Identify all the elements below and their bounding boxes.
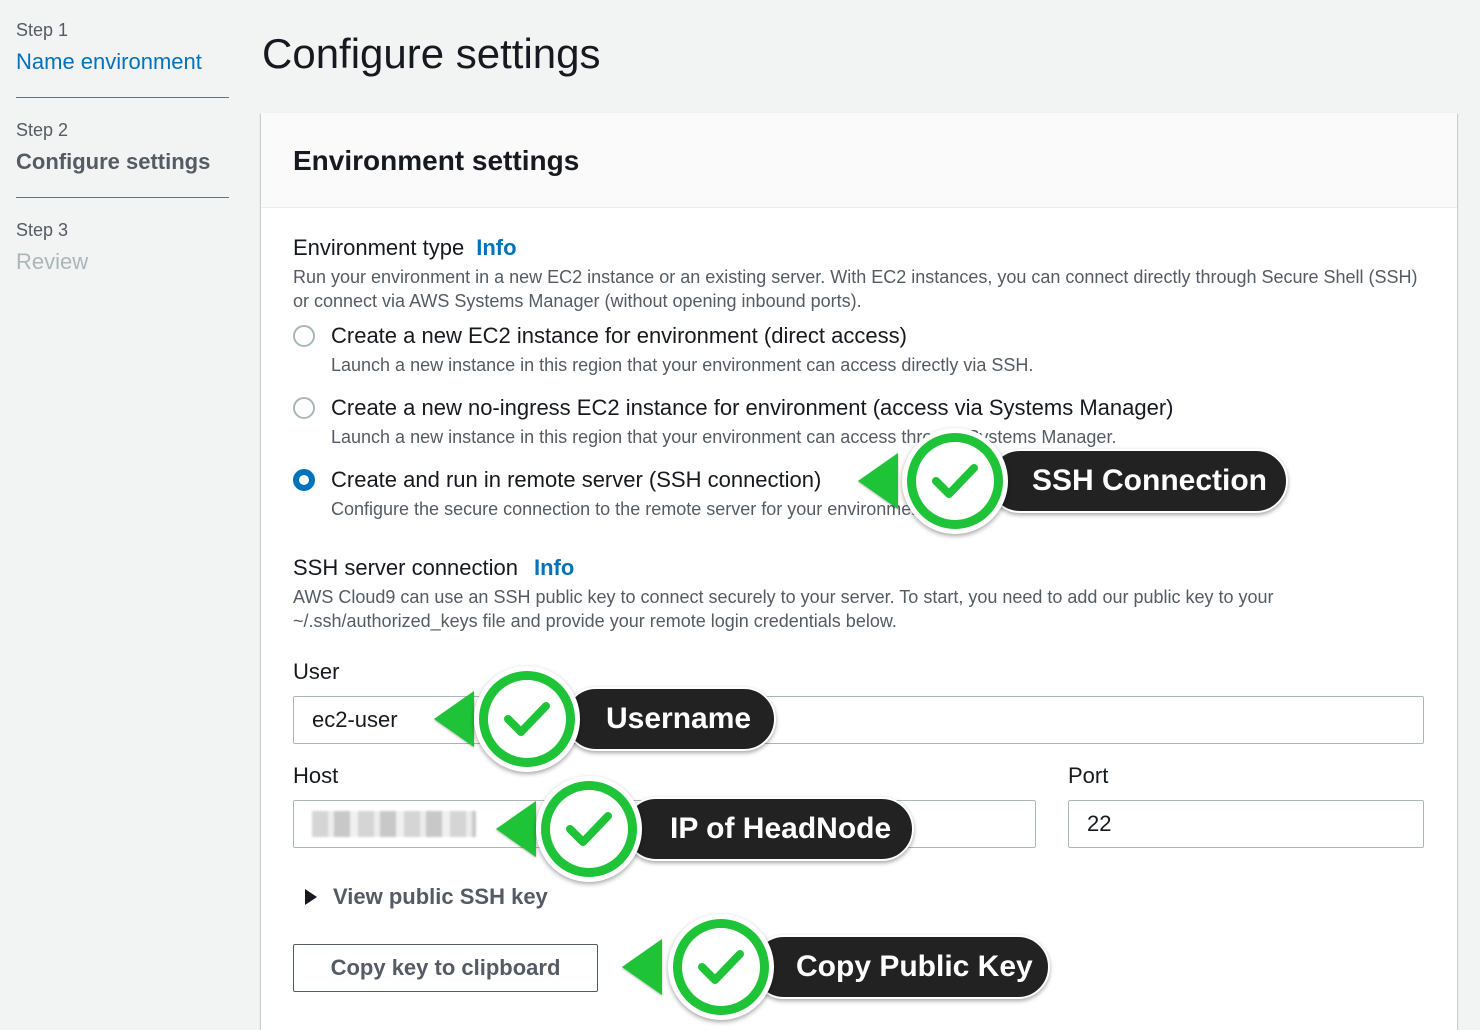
check-circle-icon xyxy=(902,428,1008,534)
panel-header: Environment settings xyxy=(261,113,1457,208)
option-remote-ssh-desc: Configure the secure connection to the r… xyxy=(331,499,932,519)
callout-arrow xyxy=(622,939,662,995)
callout-pill: SSH Connection xyxy=(988,449,1288,513)
callout-pill: IP of HeadNode xyxy=(624,797,914,861)
check-circle-icon xyxy=(474,666,580,772)
option-ec2-no-ingress-label[interactable]: Create a new no-ingress EC2 instance for… xyxy=(331,395,1173,421)
step-3: Step 3 Review xyxy=(16,220,229,297)
port-input[interactable]: 22 xyxy=(1068,800,1424,848)
host-input-redacted xyxy=(312,811,476,837)
option-ec2-direct-desc: Launch a new instance in this region tha… xyxy=(331,355,1034,375)
check-icon xyxy=(488,680,566,758)
radio-ec2-no-ingress[interactable] xyxy=(293,397,315,419)
option-ec2-direct-label[interactable]: Create a new EC2 instance for environmen… xyxy=(331,323,907,349)
callout-ip-headnode: IP of HeadNode xyxy=(496,776,916,882)
wizard-steps: Step 1 Name environment Step 2 Configure… xyxy=(16,20,229,319)
panel-title: Environment settings xyxy=(293,145,580,176)
ssh-connection-text: SSH server connection xyxy=(293,555,518,580)
radio-remote-ssh[interactable] xyxy=(293,469,315,491)
callout-text: Username xyxy=(606,702,752,735)
callout-username: Username xyxy=(434,666,776,772)
ssh-connection-label: SSH server connection Info xyxy=(293,555,574,581)
callout-pill: Copy Public Key xyxy=(752,935,1050,999)
environment-settings-panel: Environment settings Environment type Inf… xyxy=(261,113,1457,1030)
environment-type-description: Run your environment in a new EC2 instan… xyxy=(293,267,1418,311)
callout-pill: Username xyxy=(564,687,776,751)
callout-text: Copy Public Key xyxy=(796,950,1033,983)
callout-ssh-connection: SSH Connection xyxy=(858,428,1288,534)
check-icon xyxy=(916,442,994,520)
caret-right-icon xyxy=(305,889,317,905)
check-icon xyxy=(550,790,628,868)
view-public-key-label: View public SSH key xyxy=(333,884,548,909)
step-link-name-environment[interactable]: Name environment xyxy=(16,49,229,75)
user-input-value: ec2-user xyxy=(312,707,398,732)
callout-copy-public-key: Copy Public Key xyxy=(622,914,1052,1020)
port-label: Port xyxy=(1068,763,1109,788)
environment-type-label: Environment type Info xyxy=(293,235,517,261)
step-current-configure-settings: Configure settings xyxy=(16,149,211,174)
option-remote-ssh-label[interactable]: Create and run in remote server (SSH con… xyxy=(331,467,821,493)
check-icon xyxy=(682,928,760,1006)
radio-ec2-direct[interactable] xyxy=(293,325,315,347)
step-1: Step 1 Name environment xyxy=(16,20,229,98)
step-number: Step 2 xyxy=(16,120,69,140)
step-2: Step 2 Configure settings xyxy=(16,120,229,198)
copy-key-button[interactable]: Copy key to clipboard xyxy=(293,944,598,992)
ssh-connection-description: AWS Cloud9 can use an SSH public key to … xyxy=(293,587,1274,631)
step-number: Step 3 xyxy=(16,220,69,240)
step-number: Step 1 xyxy=(16,20,69,40)
user-label: User xyxy=(293,659,340,684)
callout-text: SSH Connection xyxy=(1032,464,1268,497)
ssh-connection-info-link[interactable]: Info xyxy=(534,555,574,580)
environment-type-text: Environment type xyxy=(293,235,465,260)
callout-arrow xyxy=(858,453,898,509)
step-disabled-review: Review xyxy=(16,249,89,274)
check-circle-icon xyxy=(668,914,774,1020)
port-input-value: 22 xyxy=(1087,811,1112,836)
callout-arrow xyxy=(496,801,536,857)
check-circle-icon xyxy=(536,776,642,882)
callout-text: IP of HeadNode xyxy=(670,812,892,845)
host-label: Host xyxy=(293,763,339,788)
environment-type-info-link[interactable]: Info xyxy=(476,235,516,260)
page-title: Configure settings xyxy=(262,30,601,77)
view-public-key-expander[interactable]: View public SSH key xyxy=(305,884,548,910)
callout-arrow xyxy=(434,691,474,747)
